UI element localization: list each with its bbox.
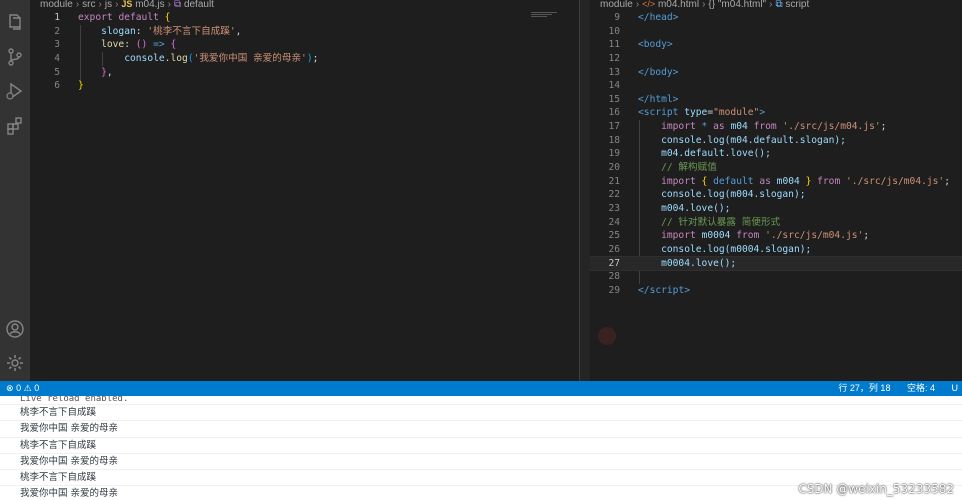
code-line: 28 xyxy=(608,271,620,283)
code-line: 13 </body> xyxy=(608,66,679,78)
settings-gear-icon[interactable] xyxy=(5,353,25,373)
code-line: 4 console.log('我爱你中国 亲爱的母亲'); xyxy=(54,52,319,64)
breadcrumb-item[interactable]: js xyxy=(105,0,112,10)
code-line: 11 <body> xyxy=(608,39,673,51)
console-message: 桃李不言下自成蹊 xyxy=(0,438,962,454)
breadcrumb-item[interactable]: module xyxy=(600,0,633,10)
status-bar: ⊗ 0 ⚠ 0 行 27，列 18 空格: 4 U xyxy=(0,381,962,396)
js-file-icon: JS xyxy=(121,0,133,9)
breadcrumb-item[interactable]: module xyxy=(40,0,73,10)
console-message: 我爱你中国 亲爱的母亲 xyxy=(0,454,962,471)
code-line: 3 love: () => { xyxy=(54,39,177,51)
code-line: 19 m04.default.love(); xyxy=(608,148,771,160)
warning-icon: ⚠ xyxy=(23,383,32,393)
error-count: 0 xyxy=(16,383,22,393)
symbol-icon: ⧉ xyxy=(174,0,182,10)
code-line: 12 xyxy=(608,52,620,64)
source-control-icon[interactable] xyxy=(5,47,25,67)
console-message: 我爱你中国 亲爱的母亲 xyxy=(0,421,962,438)
console-message: 桃李不言下自成蹊 xyxy=(0,405,962,422)
code-line: 24 // 针对默认暴露 简便形式 xyxy=(608,216,781,228)
breadcrumb: module › </> m04.html ›{} "m04.html" › ⧉ scri… xyxy=(600,0,810,10)
code-line: 15 </html> xyxy=(608,93,679,105)
editor-split-divider[interactable] xyxy=(579,0,590,381)
error-icon: ⊗ xyxy=(6,383,14,393)
code-line: 17 import * as m04 from './src/js/m04.js… xyxy=(608,121,887,133)
search-icon[interactable] xyxy=(598,327,616,345)
code-line: 6} xyxy=(54,80,84,92)
code-line: 21 import { default as m004 } from './sr… xyxy=(608,175,950,187)
breadcrumb-item[interactable]: default xyxy=(184,0,214,10)
breadcrumb-item[interactable]: m04.html xyxy=(658,0,699,10)
code-line: 10 xyxy=(608,25,620,37)
code-line: 18 console.log(m04.default.slogan); xyxy=(608,134,846,146)
editor-right-m04html[interactable]: module › </> m04.html ›{} "m04.html" › ⧉ scri… xyxy=(590,0,962,381)
code-line: 1 export default { xyxy=(54,12,171,23)
code-area[interactable]: 1 export default { 2 slogan: '桃李不言下自成蹊', … xyxy=(30,11,579,93)
code-line-current: 27 m0004.love(); xyxy=(590,255,962,272)
extensions-icon[interactable] xyxy=(5,116,25,136)
cursor-position[interactable]: 行 27，列 18 xyxy=(838,383,890,393)
activity-bar xyxy=(0,0,30,381)
breadcrumb-item[interactable]: script xyxy=(785,0,809,10)
html-file-icon: </> xyxy=(642,0,656,9)
code-line: 2 slogan: '桃李不言下自成蹊', xyxy=(54,25,242,37)
code-line: 16 <script type="module"> xyxy=(608,107,766,119)
editor-left-m04js[interactable]: module › src › js › JS m04.js › ⧉ default 1 expor… xyxy=(30,0,579,381)
code-line: 26 console.log(m0004.slogan); xyxy=(608,243,812,255)
breadcrumb-item[interactable]: src xyxy=(82,0,95,10)
breadcrumb-item[interactable]: {} "m04.html" xyxy=(708,0,766,10)
indentation[interactable]: 空格: 4 xyxy=(907,383,935,393)
code-line: 22 console.log(m004.slogan); xyxy=(608,189,806,201)
code-line: 20 // 解构赋值 xyxy=(608,162,717,174)
problems-indicator[interactable]: ⊗ 0 ⚠ 0 xyxy=(6,381,39,396)
account-icon[interactable] xyxy=(5,319,25,339)
explorer-icon[interactable] xyxy=(5,12,25,32)
code-line: 25 import m0004 from './src/js/m04.js'; xyxy=(608,230,870,242)
encoding[interactable]: U xyxy=(952,383,959,393)
watermark: CSDN @weixin_53233582 xyxy=(798,482,954,496)
console-message: Live reload enabled. xyxy=(0,396,962,405)
code-area[interactable]: 9 </head> 10 11 <body> 12 13 </body> 14 15 <… xyxy=(590,11,962,297)
breadcrumb-item[interactable]: m04.js xyxy=(135,0,164,10)
run-debug-icon[interactable] xyxy=(5,81,25,101)
symbol-icon: ⧉ xyxy=(775,0,783,10)
code-line: 9 </head> xyxy=(614,12,679,23)
warning-count: 0 xyxy=(34,383,40,393)
code-line: 5 }, xyxy=(54,66,113,78)
breadcrumb: module › src › js › JS m04.js › ⧉ default xyxy=(40,0,214,10)
code-line: 14 xyxy=(608,80,620,92)
code-line: 29 </script> xyxy=(608,284,690,296)
code-line: 23 m004.love(); xyxy=(608,202,731,214)
